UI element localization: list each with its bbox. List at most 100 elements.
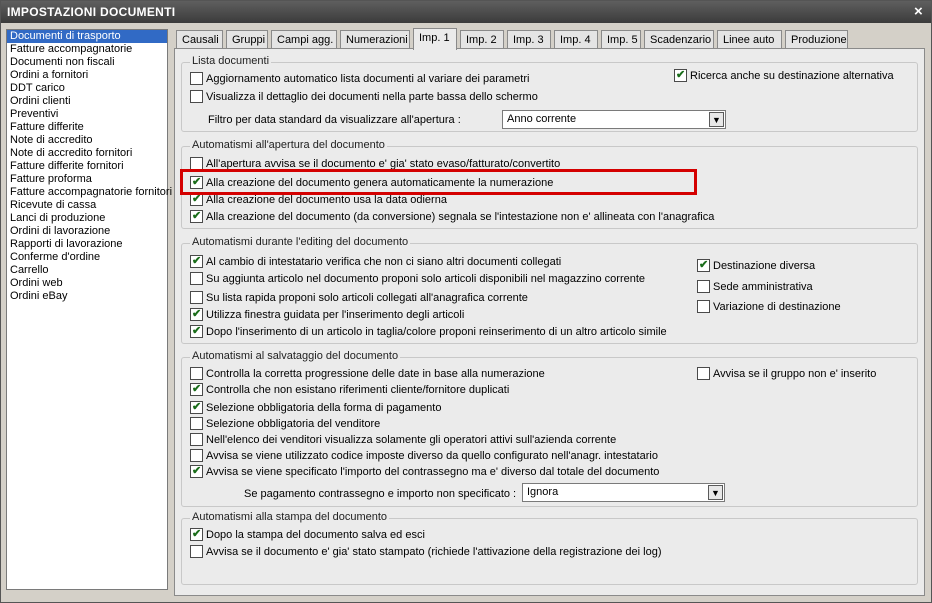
option-forma-pagamento[interactable]: Selezione obbligatoria della forma di pa…	[190, 400, 441, 417]
option-articoli-disponibili[interactable]: Su aggiunta articolo nel documento propo…	[190, 271, 645, 288]
sidebar-item[interactable]: Documenti di trasporto	[7, 30, 167, 43]
title-bar: IMPOSTAZIONI DOCUMENTI ×	[1, 1, 931, 23]
filter-label: Filtro per data standard da visualizzare…	[208, 114, 461, 126]
checkbox[interactable]	[190, 400, 203, 414]
option-salva-ed-esci[interactable]: Dopo la stampa del documento salva ed es…	[190, 527, 425, 544]
option-gia-stampato[interactable]: Avvisa se il documento e' gia' stato sta…	[190, 544, 662, 561]
checkbox[interactable]	[190, 464, 203, 478]
window-title: IMPOSTAZIONI DOCUMENTI	[7, 5, 176, 19]
chevron-down-icon[interactable]: ▼	[709, 112, 724, 127]
option-progressione-date[interactable]: Controlla la corretta progressione delle…	[190, 366, 545, 383]
group-title: Automatismi al salvataggio del documento	[190, 350, 401, 362]
sidebar-item[interactable]: Fatture accompagnatorie	[7, 43, 167, 56]
checkbox[interactable]	[697, 366, 710, 380]
checkbox[interactable]	[190, 307, 203, 321]
contrassegno-dropdown[interactable]: Ignora ▼	[522, 483, 725, 502]
sidebar-item[interactable]: Note di accredito fornitori	[7, 147, 167, 160]
tab-numerazioni[interactable]: Numerazioni	[340, 30, 410, 49]
chevron-down-icon[interactable]: ▼	[708, 485, 723, 500]
option-taglia-colore[interactable]: Dopo l'inserimento di un articolo in tag…	[190, 324, 667, 341]
tab-gruppi[interactable]: Gruppi	[226, 30, 268, 49]
tab-scadenzario[interactable]: Scadenzario	[644, 30, 714, 49]
close-icon[interactable]: ×	[914, 3, 923, 20]
sidebar-item[interactable]: Ordini eBay	[7, 290, 167, 303]
option-data-odierna[interactable]: Alla creazione del documento usa la data…	[190, 192, 447, 209]
filter-dropdown[interactable]: Anno corrente ▼	[502, 110, 726, 129]
group-lista-documenti: Lista documenti Aggiornamento automatico…	[181, 55, 918, 132]
checkbox[interactable]	[190, 544, 203, 558]
option-finestra-guidata[interactable]: Utilizza finestra guidata per l'inserime…	[190, 307, 464, 324]
checkbox[interactable]	[190, 71, 203, 85]
settings-window: IMPOSTAZIONI DOCUMENTI × Documenti di tr…	[0, 0, 932, 603]
sidebar-item[interactable]: Note di accredito	[7, 134, 167, 147]
tab-imp-2[interactable]: Imp. 2	[460, 30, 504, 49]
sidebar-item[interactable]: Lanci di produzione	[7, 212, 167, 225]
checkbox[interactable]	[190, 527, 203, 541]
checkbox[interactable]	[697, 279, 710, 293]
checkbox[interactable]	[190, 432, 203, 446]
option-variazione-destinazione[interactable]: Variazione di destinazione	[697, 299, 841, 316]
option-destinazione-diversa[interactable]: Destinazione diversa	[697, 258, 815, 275]
option-venditore-obbligatorio[interactable]: Selezione obbligatoria del venditore	[190, 416, 380, 433]
option-lista-rapida[interactable]: Su lista rapida proponi solo articoli co…	[190, 290, 528, 307]
option-venditori-attivi[interactable]: Nell'elenco dei venditori visualizza sol…	[190, 432, 616, 449]
sidebar-item[interactable]: Ordini a fornitori	[7, 69, 167, 82]
document-type-list[interactable]: Documenti di trasporto Fatture accompagna…	[6, 29, 172, 590]
checkbox[interactable]	[190, 89, 203, 103]
checkbox[interactable]	[190, 324, 203, 338]
sidebar-item[interactable]: Ordini di lavorazione	[7, 225, 167, 238]
option-importo-contrassegno[interactable]: Avvisa se viene specificato l'importo de…	[190, 464, 659, 481]
option-visualizza-dettaglio[interactable]: Visualizza il dettaglio dei documenti ne…	[190, 89, 538, 106]
tab-panel-imp1: Lista documenti Aggiornamento automatico…	[174, 48, 925, 596]
tab-linee-auto[interactable]: Linee auto	[717, 30, 782, 49]
tab-imp-3[interactable]: Imp. 3	[507, 30, 551, 49]
option-sede-amministrativa[interactable]: Sede amministrativa	[697, 279, 813, 296]
sidebar-item[interactable]: Documenti non fiscali	[7, 56, 167, 69]
checkbox[interactable]	[190, 382, 203, 396]
sidebar-item[interactable]: DDT carico	[7, 82, 167, 95]
group-title: Lista documenti	[190, 55, 272, 67]
checkbox[interactable]	[697, 258, 710, 272]
sidebar-item[interactable]: Rapporti di lavorazione	[7, 238, 167, 251]
contrassegno-label: Se pagamento contrassegno e importo non …	[244, 488, 517, 500]
option-segnala-intestazione[interactable]: Alla creazione del documento (da convers…	[190, 209, 714, 226]
group-title: Automatismi all'apertura del documento	[190, 139, 387, 151]
tab-produzione[interactable]: Produzione	[785, 30, 848, 49]
checkbox[interactable]	[674, 68, 687, 82]
sidebar-item[interactable]: Fatture accompagnatorie fornitori	[7, 186, 172, 199]
checkbox[interactable]	[190, 271, 203, 285]
option-ricerca-destinazione[interactable]: Ricerca anche su destinazione alternativ…	[674, 68, 894, 85]
tab-causali[interactable]: Causali	[176, 30, 223, 49]
sidebar-item[interactable]: Fatture differite fornitori	[7, 160, 167, 173]
option-gruppo-non-inserito[interactable]: Avvisa se il gruppo non e' inserito	[697, 366, 876, 383]
checkbox[interactable]	[190, 290, 203, 304]
highlight-box	[180, 169, 697, 195]
sidebar-item[interactable]: Fatture differite	[7, 121, 167, 134]
sidebar-item[interactable]: Ordini clienti	[7, 95, 167, 108]
sidebar-item[interactable]: Fatture proforma	[7, 173, 167, 186]
group-title: Automatismi durante l'editing del docume…	[190, 236, 411, 248]
checkbox[interactable]	[190, 209, 203, 223]
sidebar-item[interactable]: Carrello	[7, 264, 167, 277]
group-automatismi-editing: Automatismi durante l'editing del docume…	[181, 236, 918, 344]
tab-campi-agg[interactable]: Campi agg.	[271, 30, 337, 49]
checkbox[interactable]	[190, 416, 203, 430]
checkbox[interactable]	[190, 254, 203, 268]
option-aggiornamento-automatico[interactable]: Aggiornamento automatico lista documenti…	[190, 71, 529, 88]
checkbox[interactable]	[190, 156, 203, 170]
option-cambio-intestatario[interactable]: Al cambio di intestatario verifica che n…	[190, 254, 561, 271]
option-riferimenti-duplicati[interactable]: Controlla che non esistano riferimenti c…	[190, 382, 509, 399]
group-title: Automatismi alla stampa del documento	[190, 511, 390, 523]
option-codice-imposte[interactable]: Avvisa se viene utilizzato codice impost…	[190, 448, 658, 465]
group-automatismi-stampa: Automatismi alla stampa del documento Do…	[181, 511, 918, 585]
checkbox[interactable]	[190, 448, 203, 462]
tab-imp-4[interactable]: Imp. 4	[554, 30, 598, 49]
tab-imp-1[interactable]: Imp. 1	[413, 28, 457, 50]
sidebar-item[interactable]: Conferme d'ordine	[7, 251, 167, 264]
checkbox[interactable]	[190, 366, 203, 380]
checkbox[interactable]	[697, 299, 710, 313]
tab-imp-5[interactable]: Imp. 5	[601, 30, 641, 49]
sidebar-item[interactable]: Ricevute di cassa	[7, 199, 167, 212]
sidebar-item[interactable]: Preventivi	[7, 108, 167, 121]
sidebar-item[interactable]: Ordini web	[7, 277, 167, 290]
